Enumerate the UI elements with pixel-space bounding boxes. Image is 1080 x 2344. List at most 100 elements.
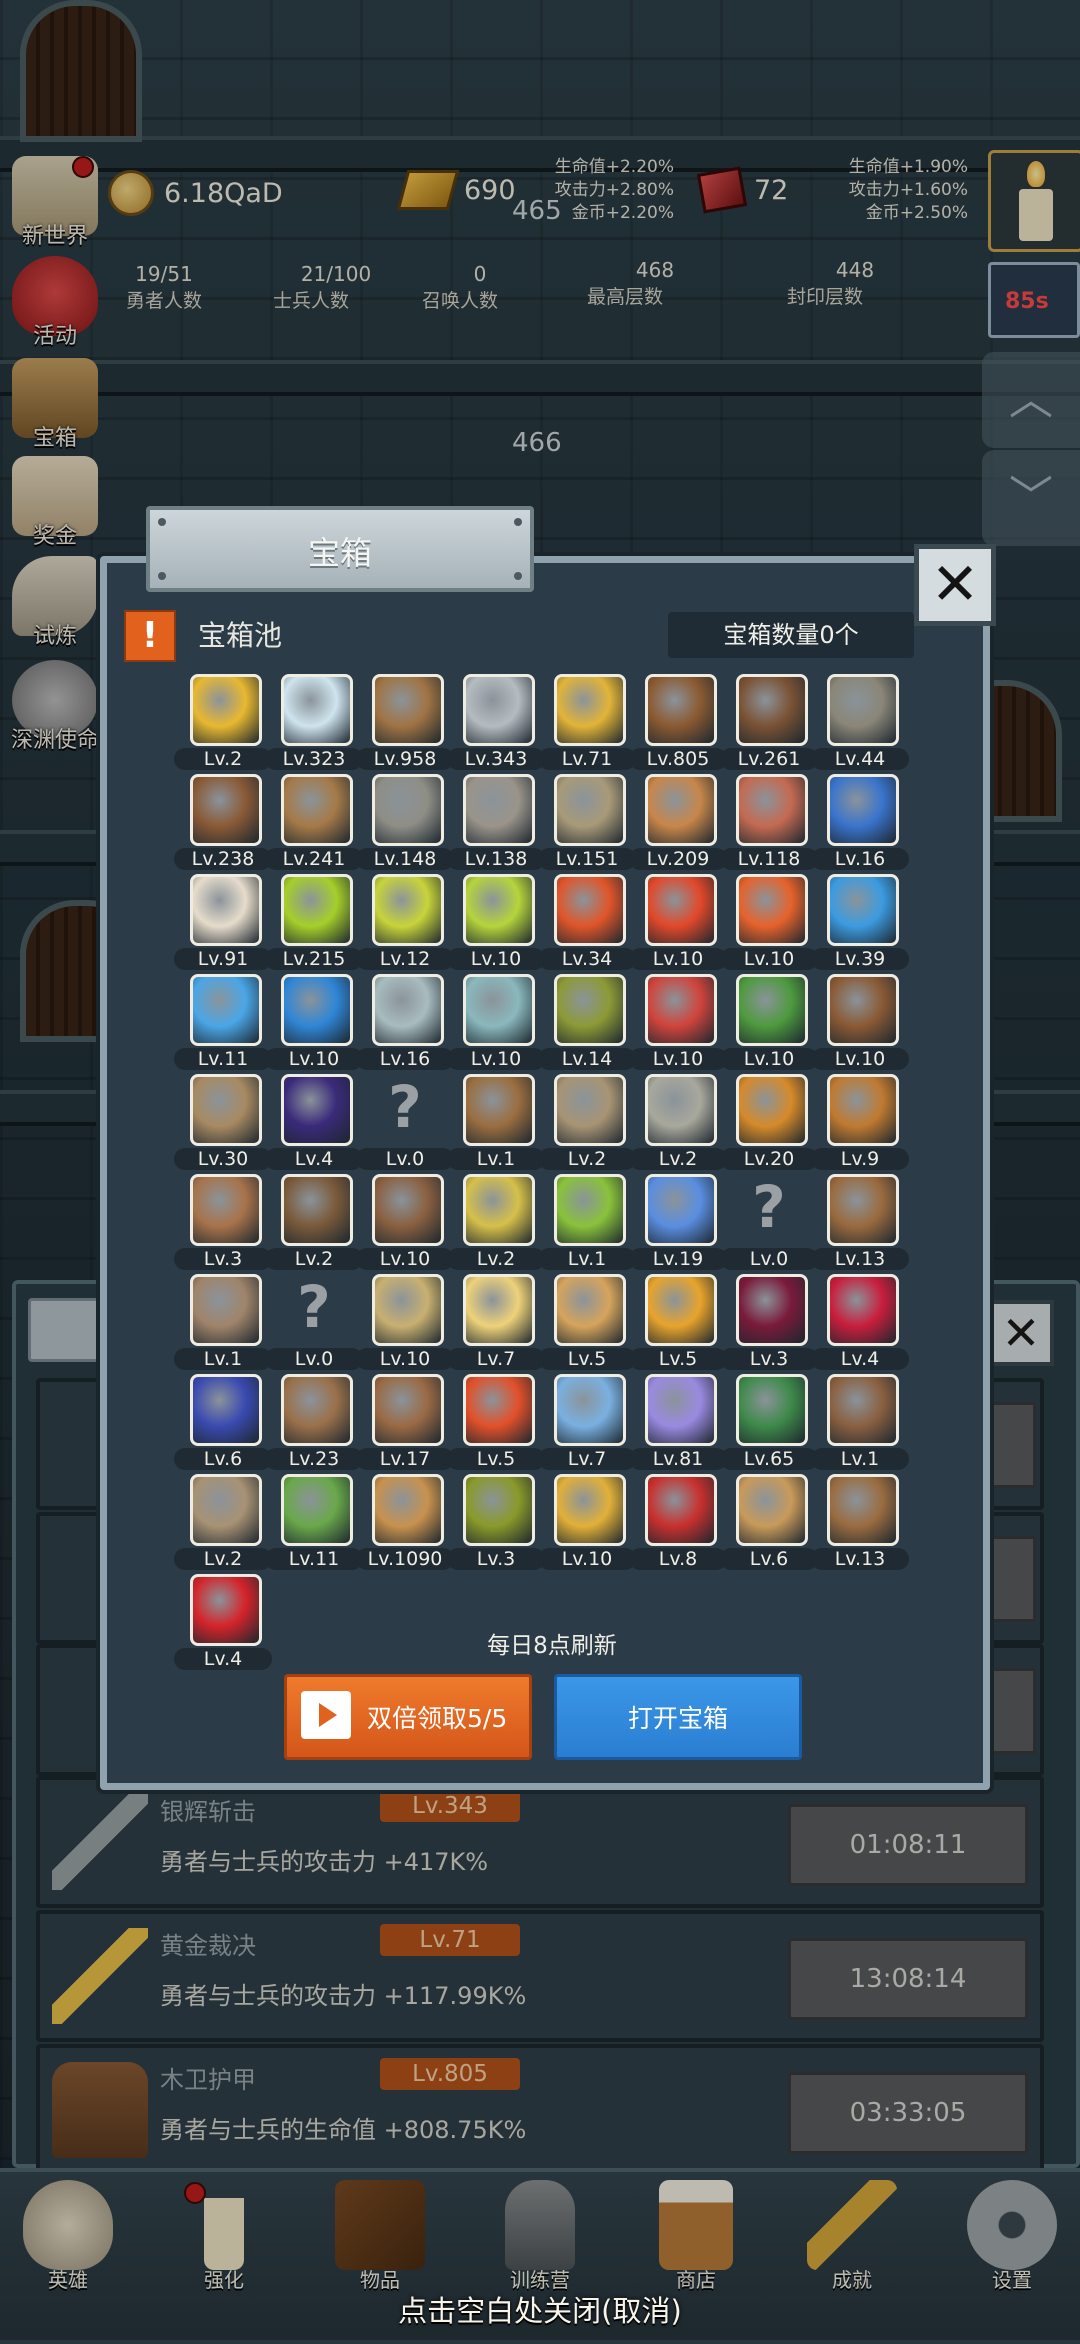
chest-item[interactable]: Lv.11 [265, 1472, 363, 1572]
chest-item[interactable]: Lv.10 [720, 872, 818, 972]
chest-item[interactable]: Lv.241 [265, 772, 363, 872]
chest-item[interactable]: Lv.343 [447, 672, 545, 772]
item-level: Lv.11 [265, 1548, 363, 1570]
chest-item[interactable]: Lv.6 [720, 1472, 818, 1572]
item-level: Lv.10 [447, 1048, 545, 1070]
chest-item[interactable]: Lv.1 [447, 1072, 545, 1172]
chest-item[interactable]: Lv.10 [811, 972, 909, 1072]
chest-item[interactable]: Lv.4 [811, 1272, 909, 1372]
chest-item[interactable]: Lv.1 [174, 1272, 272, 1372]
chest-item[interactable]: Lv.2 [174, 672, 272, 772]
chest-item[interactable]: Lv.16 [811, 772, 909, 872]
chest-item[interactable]: Lv.1090 [356, 1472, 454, 1572]
chest-item[interactable]: Lv.13 [811, 1172, 909, 1272]
chest-item[interactable]: Lv.20 [720, 1072, 818, 1172]
chest-item[interactable]: Lv.4 [265, 1072, 363, 1172]
chest-item[interactable]: Lv.30 [174, 1072, 272, 1172]
chest-item[interactable]: Lv.3 [720, 1272, 818, 1372]
dialog-close-button[interactable]: ✕ [914, 544, 996, 626]
chest-item[interactable]: Lv.16 [356, 972, 454, 1072]
chest-item[interactable]: Lv.10 [356, 1272, 454, 1372]
spirit-emblem-icon [645, 1374, 717, 1446]
close-hint[interactable]: 点击空白处关闭(取消) [0, 2288, 1080, 2330]
honey-jar-icon [645, 1274, 717, 1346]
chest-item[interactable]: Lv.10 [629, 972, 727, 1072]
chest-item[interactable]: Lv.7 [538, 1372, 636, 1472]
item-level: Lv.5 [447, 1448, 545, 1470]
chest-item[interactable]: Lv.805 [629, 672, 727, 772]
item-level: Lv.13 [811, 1548, 909, 1570]
chest-item[interactable]: Lv.958 [356, 672, 454, 772]
orange-potion-icon [736, 874, 808, 946]
chest-item[interactable]: Lv.261 [720, 672, 818, 772]
chest-item[interactable]: Lv.2 [447, 1172, 545, 1272]
chest-item[interactable]: Lv.11 [174, 972, 272, 1072]
chest-item[interactable]: Lv.10 [356, 1172, 454, 1272]
chest-item[interactable]: Lv.10 [265, 972, 363, 1072]
chest-item[interactable]: Lv.118 [720, 772, 818, 872]
cheese-icon [463, 1274, 535, 1346]
chest-item[interactable]: Lv.71 [538, 672, 636, 772]
gold-sword-icon [554, 674, 626, 746]
chest-item[interactable]: Lv.5 [629, 1272, 727, 1372]
chest-item[interactable]: Lv.13 [811, 1472, 909, 1572]
chest-item[interactable]: Lv.34 [538, 872, 636, 972]
item-level: Lv.10 [629, 1048, 727, 1070]
chest-item[interactable]: Lv.39 [811, 872, 909, 972]
green-potion-icon [281, 874, 353, 946]
leather-vest-icon [736, 674, 808, 746]
chest-item[interactable]: Lv.5 [447, 1372, 545, 1472]
item-level: Lv.16 [356, 1048, 454, 1070]
double-claim-button[interactable]: 双倍领取5/5 [284, 1674, 532, 1760]
item-level: Lv.3 [447, 1548, 545, 1570]
chest-item[interactable]: ? Lv.0 [265, 1272, 363, 1372]
chest-item[interactable]: Lv.44 [811, 672, 909, 772]
item-level: Lv.34 [538, 948, 636, 970]
chest-item[interactable]: Lv.10 [447, 872, 545, 972]
chest-item[interactable]: Lv.6 [174, 1372, 272, 1472]
chest-item[interactable]: Lv.12 [356, 872, 454, 972]
chest-item[interactable]: Lv.65 [720, 1372, 818, 1472]
chest-item[interactable]: Lv.209 [629, 772, 727, 872]
chest-item[interactable]: Lv.10 [629, 872, 727, 972]
chest-item[interactable]: Lv.2 [174, 1472, 272, 1572]
chest-item[interactable]: Lv.2 [265, 1172, 363, 1272]
open-chest-button[interactable]: 打开宝箱 [554, 1674, 802, 1760]
chest-item[interactable]: Lv.14 [538, 972, 636, 1072]
silver-sword-icon [463, 674, 535, 746]
item-level: Lv.10 [720, 948, 818, 970]
crossbow-icon [372, 1374, 444, 1446]
teal-vial-icon [463, 974, 535, 1046]
chest-item[interactable]: Lv.3 [174, 1172, 272, 1272]
chest-item[interactable]: Lv.17 [356, 1372, 454, 1472]
chest-item[interactable]: Lv.5 [538, 1272, 636, 1372]
chest-item[interactable]: Lv.10 [720, 972, 818, 1072]
item-level: Lv.10 [538, 1548, 636, 1570]
chest-item[interactable]: Lv.215 [265, 872, 363, 972]
chest-item[interactable]: Lv.19 [629, 1172, 727, 1272]
chest-item[interactable]: Lv.1 [538, 1172, 636, 1272]
item-level: Lv.1 [811, 1448, 909, 1470]
chest-item[interactable]: Lv.151 [538, 772, 636, 872]
chest-item[interactable]: ? Lv.0 [720, 1172, 818, 1272]
chest-item[interactable]: Lv.2 [629, 1072, 727, 1172]
chest-item[interactable]: Lv.7 [447, 1272, 545, 1372]
item-level: Lv.39 [811, 948, 909, 970]
chest-item[interactable]: Lv.23 [265, 1372, 363, 1472]
chest-item[interactable]: Lv.9 [811, 1072, 909, 1172]
chest-item[interactable]: Lv.3 [447, 1472, 545, 1572]
chest-item[interactable]: Lv.10 [447, 972, 545, 1072]
chest-item[interactable]: Lv.148 [356, 772, 454, 872]
chest-item[interactable]: Lv.91 [174, 872, 272, 972]
chest-item[interactable]: Lv.8 [629, 1472, 727, 1572]
chest-item[interactable]: Lv.2 [538, 1072, 636, 1172]
chest-item[interactable]: Lv.81 [629, 1372, 727, 1472]
chest-item[interactable]: ? Lv.0 [356, 1072, 454, 1172]
chest-item[interactable]: Lv.1 [811, 1372, 909, 1472]
chest-item[interactable]: Lv.138 [447, 772, 545, 872]
chest-item[interactable]: Lv.10 [538, 1472, 636, 1572]
chest-item[interactable]: Lv.238 [174, 772, 272, 872]
item-level: Lv.23 [265, 1448, 363, 1470]
item-level: Lv.0 [265, 1348, 363, 1370]
chest-item[interactable]: Lv.323 [265, 672, 363, 772]
